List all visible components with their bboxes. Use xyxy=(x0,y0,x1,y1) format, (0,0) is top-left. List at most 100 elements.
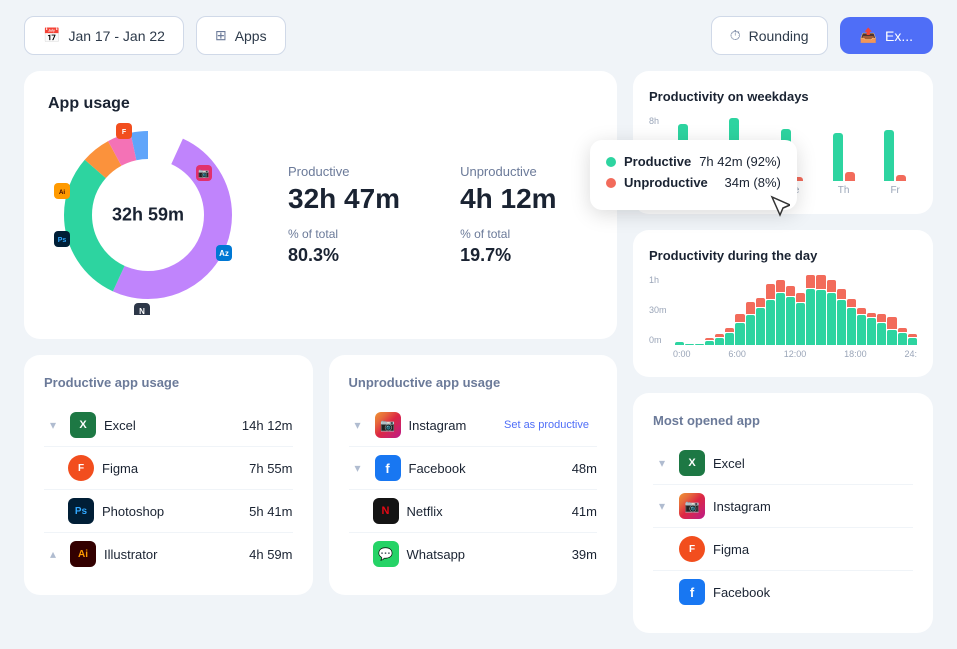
date-range-button[interactable]: 📅 Jan 17 - Jan 22 xyxy=(24,16,184,55)
chart-tooltip: Productive 7h 42m (92%) Unproductive 34m… xyxy=(590,140,797,210)
list-item: N Netflix 41m xyxy=(349,490,598,533)
intraday-productive-bar xyxy=(908,338,917,346)
intraday-unproductive-bar xyxy=(867,313,876,318)
x-label-18: 18:00 xyxy=(844,349,867,359)
illustrator-icon: Ai xyxy=(70,541,96,567)
most-opened-title: Most opened app xyxy=(653,413,913,428)
intraday-unproductive-bar xyxy=(816,275,825,289)
unproductive-apps-card: Unproductive app usage ▾ 📷 Instagram Set… xyxy=(329,355,618,595)
productive-stat: Productive 32h 47m % of total 80.3% xyxy=(288,164,400,266)
app-name: Instagram xyxy=(713,499,913,514)
productive-dot xyxy=(606,157,616,167)
intraday-group xyxy=(796,275,805,345)
app-usage-title: App usage xyxy=(48,95,130,113)
intraday-group xyxy=(705,275,714,345)
x-label-12: 12:00 xyxy=(784,349,807,359)
chevron-up-icon[interactable]: ▴ xyxy=(44,545,62,563)
intraday-productive-bar xyxy=(715,338,724,346)
day-label: Fr xyxy=(890,185,899,196)
list-item: 💬 Whatsapp 39m xyxy=(349,533,598,575)
figma-icon: F xyxy=(68,455,94,481)
intraday-unproductive-bar xyxy=(806,275,815,288)
intraday-unproductive-bar xyxy=(827,280,836,292)
intraday-unproductive-bar xyxy=(756,298,765,307)
donut-chart: N Ps 📷 F Ai Az 32h 59m xyxy=(48,115,248,315)
intraday-unproductive-bar xyxy=(796,293,805,302)
unproductive-apps-title: Unproductive app usage xyxy=(349,375,598,390)
intraday-unproductive-bar xyxy=(776,280,785,292)
intraday-unproductive-bar xyxy=(705,338,714,340)
chevron-down-icon[interactable]: ▾ xyxy=(349,416,367,434)
chevron-down-icon[interactable]: ▾ xyxy=(653,454,671,472)
intraday-productive-bar xyxy=(847,308,856,346)
weekday-chart-title: Productivity on weekdays xyxy=(649,89,917,104)
app-name: Whatsapp xyxy=(407,547,564,562)
chevron-down-icon[interactable]: ▾ xyxy=(44,416,62,434)
intraday-group xyxy=(725,275,734,345)
intraday-productive-bar xyxy=(796,303,805,345)
unproductive-value: 4h 12m xyxy=(460,183,557,215)
intraday-group xyxy=(877,275,886,345)
intraday-group xyxy=(908,275,917,345)
left-panel: App usage N xyxy=(24,71,617,633)
weekday-group: Fr xyxy=(873,111,917,196)
intraday-group xyxy=(685,275,694,345)
app-name: Netflix xyxy=(407,504,564,519)
tooltip-unproductive-row: Unproductive 34m (8%) xyxy=(606,175,781,190)
intraday-productive-bar xyxy=(867,318,876,345)
intraday-group xyxy=(837,275,846,345)
rounding-label: Rounding xyxy=(749,28,809,44)
productive-pct-label: % of total xyxy=(288,227,400,241)
intraday-productive-bar xyxy=(766,300,775,345)
intraday-group xyxy=(746,275,755,345)
app-time: 14h 12m xyxy=(242,418,293,433)
svg-text:Az: Az xyxy=(219,249,229,258)
app-name: Photoshop xyxy=(102,504,241,519)
top-bar: 📅 Jan 17 - Jan 22 ⊞ Apps ⏱ Rounding 📤 Ex… xyxy=(0,0,957,71)
intraday-bars xyxy=(675,275,917,345)
date-range-label: Jan 17 - Jan 22 xyxy=(68,28,165,44)
intraday-productive-bar xyxy=(877,323,886,346)
rounding-button[interactable]: ⏱ Rounding xyxy=(711,16,828,55)
intraday-productive-bar xyxy=(685,344,694,345)
intraday-group xyxy=(766,275,775,345)
tooltip-productive-value: 7h 42m (92%) xyxy=(699,154,781,169)
apps-button[interactable]: ⊞ Apps xyxy=(196,16,286,55)
day-label: Th xyxy=(838,185,850,196)
photoshop-icon: Ps xyxy=(68,498,94,524)
most-opened-card: Most opened app ▾ X Excel ▾ 📷 Instagram … xyxy=(633,393,933,633)
intraday-productive-bar xyxy=(816,290,825,345)
intraday-unproductive-bar xyxy=(847,299,856,307)
excel-icon: X xyxy=(70,412,96,438)
intraday-group xyxy=(695,275,704,345)
x-label-6: 6:00 xyxy=(728,349,746,359)
x-label-24: 24: xyxy=(904,349,917,359)
main-content: App usage N xyxy=(0,71,957,649)
intraday-group xyxy=(887,275,896,345)
chevron-down-icon[interactable]: ▾ xyxy=(349,459,367,477)
intraday-unproductive-bar xyxy=(837,289,846,300)
app-name: Facebook xyxy=(409,461,564,476)
list-item: ▾ 📷 Instagram Set as productive xyxy=(349,404,598,447)
intraday-productive-bar xyxy=(675,342,684,345)
intraday-group xyxy=(735,275,744,345)
intraday-group xyxy=(715,275,724,345)
rounding-icon: ⏱ xyxy=(730,27,741,44)
set-as-productive-button[interactable]: Set as productive xyxy=(504,419,589,431)
weekday-group: Th xyxy=(822,111,866,196)
intraday-unproductive-bar xyxy=(715,334,724,337)
chevron-down-icon[interactable]: ▾ xyxy=(653,497,671,515)
list-item: F Figma xyxy=(653,528,913,571)
unproductive-dot xyxy=(606,178,616,188)
intraday-unproductive-bar xyxy=(725,328,734,333)
intraday-productive-bar xyxy=(827,293,836,346)
export-button[interactable]: 📤 Ex... xyxy=(840,17,933,54)
app-time: 4h 59m xyxy=(249,547,292,562)
y-label-8h: 8h xyxy=(649,116,659,126)
app-usage-card: App usage N xyxy=(24,71,617,339)
intraday-unproductive-bar xyxy=(786,286,795,297)
list-item: ▴ Ai Illustrator 4h 59m xyxy=(44,533,293,575)
productive-bar xyxy=(833,133,843,181)
list-item: ▾ f Facebook 48m xyxy=(349,447,598,490)
list-item: ▾ X Excel 14h 12m xyxy=(44,404,293,447)
